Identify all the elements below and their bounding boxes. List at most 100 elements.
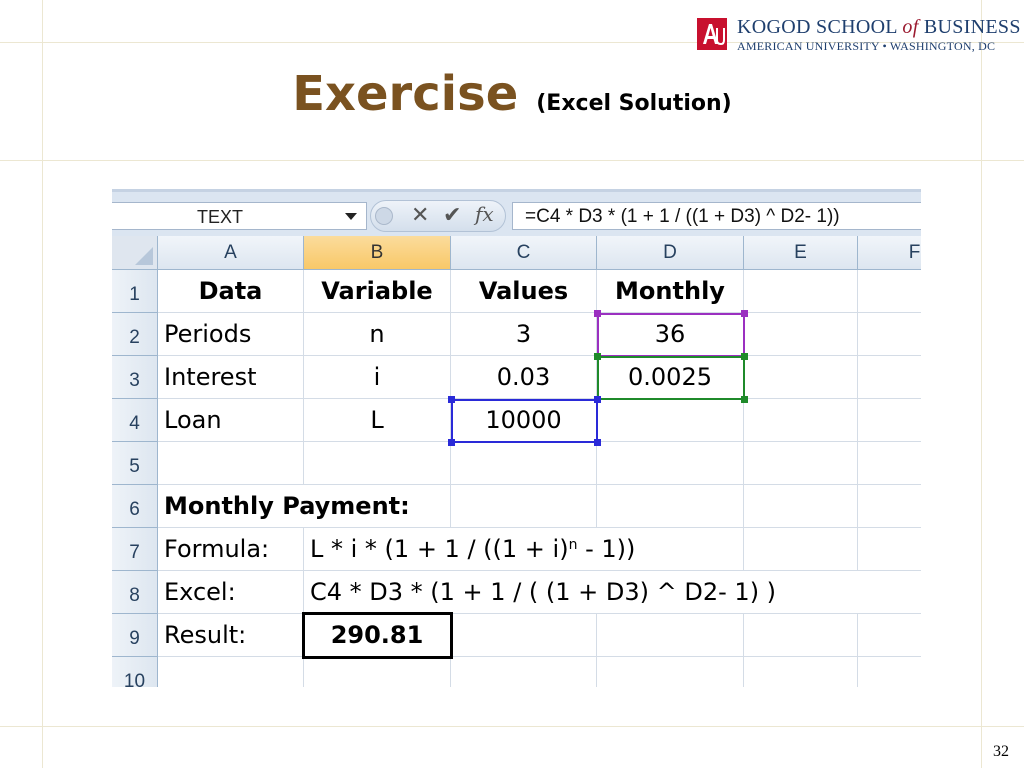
cell-d5[interactable] — [597, 442, 744, 485]
cell-b3[interactable]: i — [304, 356, 451, 399]
excel-window: TEXT ✕ ✔ fx =C4 * D3 * (1 + 1 / ((1 + D3… — [112, 189, 921, 687]
column-header-c[interactable]: C — [451, 236, 597, 270]
cell-e1[interactable] — [744, 270, 858, 313]
cancel-x-icon[interactable]: ✕ — [411, 203, 429, 228]
cell-c3[interactable]: 0.03 — [451, 356, 597, 399]
column-header-e[interactable]: E — [744, 236, 858, 270]
cell-a10[interactable] — [158, 657, 304, 687]
cell-e3[interactable] — [744, 356, 858, 399]
enter-check-icon[interactable]: ✔ — [443, 203, 461, 228]
cell-b10[interactable] — [304, 657, 451, 687]
row-header-4[interactable]: 4 — [112, 399, 158, 442]
row-header-6[interactable]: 6 — [112, 485, 158, 528]
cell-a6[interactable]: Monthly Payment: — [158, 485, 410, 528]
title-main: Exercise — [292, 66, 519, 122]
cell-e9[interactable] — [744, 614, 858, 657]
row-header-7[interactable]: 7 — [112, 528, 158, 571]
cell-f8[interactable] — [858, 571, 921, 614]
cell-f5[interactable] — [858, 442, 921, 485]
cell-a7[interactable]: Formula: — [158, 528, 304, 571]
handle-d3-tr[interactable] — [741, 353, 748, 360]
cell-e6[interactable] — [744, 485, 858, 528]
column-header-d[interactable]: D — [597, 236, 744, 270]
cell-f3[interactable] — [858, 356, 921, 399]
cell-c9[interactable] — [451, 614, 597, 657]
handle-c4-tr[interactable] — [594, 396, 601, 403]
handle-c4-br[interactable] — [594, 439, 601, 446]
cell-f10[interactable] — [858, 657, 921, 687]
formula-bar: TEXT ✕ ✔ fx =C4 * D3 * (1 + 1 / ((1 + D3… — [112, 189, 921, 236]
cell-a5[interactable] — [158, 442, 304, 485]
handle-d2-tl[interactable] — [594, 310, 601, 317]
slide-title: Exercise (Excel Solution) — [0, 66, 1024, 122]
cell-d3[interactable]: 0.0025 — [597, 356, 744, 399]
formula-input[interactable]: =C4 * D3 * (1 + 1 / ((1 + D3) ^ D2- 1)) — [512, 202, 921, 230]
row-header-8[interactable]: 8 — [112, 571, 158, 614]
handle-d3-br[interactable] — [741, 396, 748, 403]
formula-text: =C4 * D3 * (1 + 1 / ((1 + D3) ^ D2- 1)) — [525, 206, 840, 227]
cell-d7[interactable] — [597, 528, 744, 571]
cell-b2[interactable]: n — [304, 313, 451, 356]
cell-b5[interactable] — [304, 442, 451, 485]
cell-f2[interactable] — [858, 313, 921, 356]
guide-line-bottom — [0, 726, 1024, 727]
dropdown-icon[interactable] — [345, 213, 357, 220]
cell-d1[interactable]: Monthly — [597, 270, 744, 313]
title-subtitle: (Excel Solution) — [536, 91, 732, 116]
handle-d2-tr[interactable] — [741, 310, 748, 317]
cell-f4[interactable] — [858, 399, 921, 442]
cell-b8[interactable]: C4 * D3 * (1 + 1 / ( (1 + D3) ^ D2- 1) ) — [304, 571, 858, 614]
name-box[interactable]: TEXT — [112, 202, 367, 230]
cell-d4[interactable] — [597, 399, 744, 442]
guide-line-title — [0, 160, 1024, 161]
function-fx-icon[interactable]: fx — [475, 202, 494, 226]
cell-c10[interactable] — [451, 657, 597, 687]
cell-e2[interactable] — [744, 313, 858, 356]
cell-f6[interactable] — [858, 485, 921, 528]
cell-e4[interactable] — [744, 399, 858, 442]
cell-e5[interactable] — [744, 442, 858, 485]
cell-a1[interactable]: Data — [158, 270, 304, 313]
cell-d9[interactable] — [597, 614, 744, 657]
cell-b1[interactable]: Variable — [304, 270, 451, 313]
cell-c2[interactable]: 3 — [451, 313, 597, 356]
cell-b6[interactable] — [304, 485, 451, 528]
spreadsheet-grid: A B C D E F 1 2 3 4 5 6 7 8 9 10 Data Va… — [112, 236, 921, 687]
cell-a8[interactable]: Excel: — [158, 571, 304, 614]
column-header-a[interactable]: A — [158, 236, 304, 270]
cell-f7[interactable] — [858, 528, 921, 571]
kogod-logo: KOGOD SCHOOL of BUSINESS AMERICAN UNIVER… — [697, 14, 1020, 58]
cell-f1[interactable] — [858, 270, 921, 313]
logo-school-name: KOGOD SCHOOL of BUSINESS — [737, 16, 1021, 38]
cell-d10[interactable] — [597, 657, 744, 687]
cell-f9[interactable] — [858, 614, 921, 657]
column-header-b[interactable]: B — [304, 236, 451, 270]
cell-c1[interactable]: Values — [451, 270, 597, 313]
handle-c4-bl[interactable] — [448, 439, 455, 446]
row-header-5[interactable]: 5 — [112, 442, 158, 485]
cell-c6[interactable] — [451, 485, 597, 528]
cell-e7[interactable] — [744, 528, 858, 571]
cell-a4[interactable]: Loan — [158, 399, 304, 442]
cell-a2[interactable]: Periods — [158, 313, 304, 356]
row-header-1[interactable]: 1 — [112, 270, 158, 313]
resize-handle-icon[interactable] — [375, 207, 393, 225]
cell-b7[interactable]: L * i * (1 + 1 / ((1 + i)n - 1)) — [304, 528, 635, 571]
cell-b4[interactable]: L — [304, 399, 451, 442]
cell-c4[interactable]: 10000 — [451, 399, 597, 442]
cell-a9[interactable]: Result: — [158, 614, 304, 657]
cell-e10[interactable] — [744, 657, 858, 687]
handle-d3-tl[interactable] — [594, 353, 601, 360]
select-all-icon — [135, 247, 153, 265]
row-header-9[interactable]: 9 — [112, 614, 158, 657]
cell-c5[interactable] — [451, 442, 597, 485]
cell-a3[interactable]: Interest — [158, 356, 304, 399]
column-header-f[interactable]: F — [858, 236, 921, 270]
row-header-2[interactable]: 2 — [112, 313, 158, 356]
cell-d6[interactable] — [597, 485, 744, 528]
cell-d2[interactable]: 36 — [597, 313, 744, 356]
row-header-10[interactable]: 10 — [112, 657, 158, 687]
select-all-corner[interactable] — [112, 236, 158, 270]
row-header-3[interactable]: 3 — [112, 356, 158, 399]
handle-c4-tl[interactable] — [448, 396, 455, 403]
